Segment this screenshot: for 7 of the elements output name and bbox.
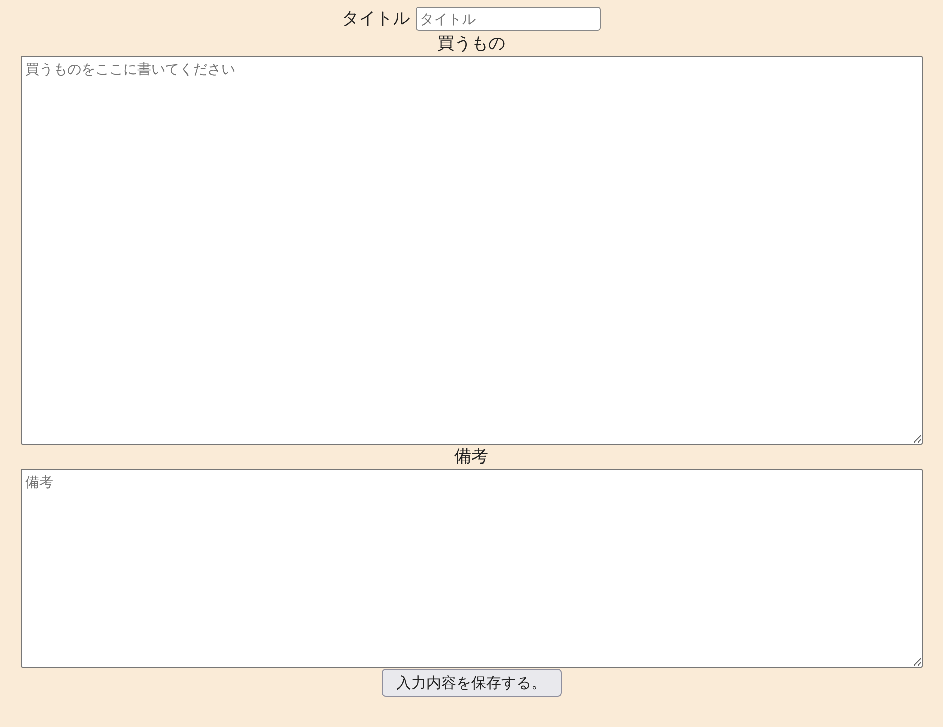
title-field[interactable]: タイトル bbox=[416, 7, 601, 31]
save-button[interactable]: 入力内容を保存する。 bbox=[382, 669, 562, 697]
shopping-label: 買うもの bbox=[438, 33, 506, 56]
shopping-field[interactable]: 買うものをここに書いてください bbox=[20, 56, 922, 445]
notes-label: 備考 bbox=[454, 446, 488, 469]
notes-field[interactable]: 備考 bbox=[20, 469, 922, 668]
title-label: タイトル bbox=[342, 8, 410, 31]
